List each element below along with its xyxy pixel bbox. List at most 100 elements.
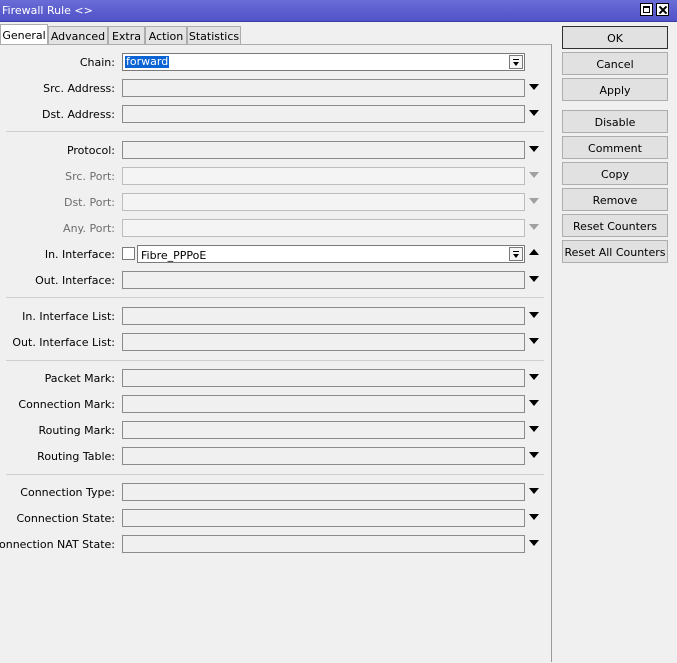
packet-mark-field[interactable] — [122, 369, 525, 387]
connection-state-field[interactable] — [122, 509, 525, 527]
separator — [6, 474, 544, 475]
chain-label: Chain: — [79, 56, 115, 69]
routing-table-row: Routing Table: — [0, 447, 551, 465]
src-address-label: Src. Address: — [43, 82, 115, 95]
in-interface-list-expand-icon[interactable] — [529, 312, 539, 318]
any-port-field — [122, 219, 525, 237]
dst-port-row: Dst. Port: — [0, 193, 551, 211]
src-address-expand-icon[interactable] — [529, 84, 539, 90]
routing-mark-row: Routing Mark: — [0, 421, 551, 439]
remove-button[interactable]: Remove — [562, 188, 668, 211]
tab-extra[interactable]: Extra — [108, 26, 145, 44]
cancel-button[interactable]: Cancel — [562, 52, 668, 75]
tab-general[interactable]: General — [0, 24, 48, 45]
in-interface-value: Fibre_PPPoE — [141, 249, 207, 262]
out-interface-expand-icon[interactable] — [529, 276, 539, 282]
tab-advanced[interactable]: Advanced — [48, 26, 108, 44]
routing-table-label: Routing Table: — [37, 450, 115, 463]
connection-nat-state-field[interactable] — [122, 535, 525, 553]
panel-divider — [551, 44, 552, 662]
in-interface-combobox[interactable]: Fibre_PPPoE — [137, 245, 525, 263]
separator — [6, 131, 544, 132]
connection-mark-expand-icon[interactable] — [529, 400, 539, 406]
connection-mark-field[interactable] — [122, 395, 525, 413]
tab-action[interactable]: Action — [145, 26, 187, 44]
out-interface-list-row: Out. Interface List: — [0, 333, 551, 351]
src-port-row: Src. Port: — [0, 167, 551, 185]
close-icon[interactable] — [656, 3, 669, 16]
general-panel — [0, 44, 551, 663]
in-interface-negate-checkbox[interactable] — [122, 247, 135, 260]
maximize-icon[interactable] — [640, 3, 653, 16]
packet-mark-row: Packet Mark: — [0, 369, 551, 387]
connection-mark-label: Connection Mark: — [18, 398, 115, 411]
separator — [6, 360, 544, 361]
chain-row: Chain: forward — [0, 53, 551, 71]
protocol-row: Protocol: — [0, 141, 551, 159]
chain-combobox[interactable]: forward — [122, 53, 525, 71]
copy-button[interactable]: Copy — [562, 162, 668, 185]
dst-port-field — [122, 193, 525, 211]
chain-value: forward — [125, 55, 170, 68]
out-interface-field[interactable] — [122, 271, 525, 289]
src-address-row: Src. Address: — [0, 79, 551, 97]
routing-mark-expand-icon[interactable] — [529, 426, 539, 432]
out-interface-list-expand-icon[interactable] — [529, 338, 539, 344]
src-port-field — [122, 167, 525, 185]
src-port-expand-icon — [529, 172, 539, 178]
out-interface-row: Out. Interface: — [0, 271, 551, 289]
in-interface-label: In. Interface: — [44, 248, 115, 261]
connection-state-row: Connection State: — [0, 509, 551, 527]
any-port-expand-icon — [529, 224, 539, 230]
connection-state-label: Connection State: — [16, 512, 115, 525]
disable-button[interactable]: Disable — [562, 110, 668, 133]
reset-all-counters-button[interactable]: Reset All Counters — [562, 240, 668, 263]
connection-type-field[interactable] — [122, 483, 525, 501]
connection-nat-state-label: Connection NAT State: — [0, 538, 115, 551]
routing-mark-label: Routing Mark: — [38, 424, 115, 437]
protocol-field[interactable] — [122, 141, 525, 159]
in-interface-list-field[interactable] — [122, 307, 525, 325]
dst-address-field[interactable] — [122, 105, 525, 123]
title-bar: Firewall Rule <> — [0, 0, 677, 22]
routing-table-expand-icon[interactable] — [529, 452, 539, 458]
connection-type-label: Connection Type: — [20, 486, 115, 499]
connection-state-expand-icon[interactable] — [529, 514, 539, 520]
dst-port-expand-icon — [529, 198, 539, 204]
connection-mark-row: Connection Mark: — [0, 395, 551, 413]
dst-port-label: Dst. Port: — [63, 196, 115, 209]
connection-type-row: Connection Type: — [0, 483, 551, 501]
protocol-label: Protocol: — [66, 144, 115, 157]
any-port-label: Any. Port: — [63, 222, 115, 235]
out-interface-list-label: Out. Interface List: — [12, 336, 115, 349]
connection-nat-state-row: Connection NAT State: — [0, 535, 551, 553]
connection-type-expand-icon[interactable] — [529, 488, 539, 494]
in-interface-list-row: In. Interface List: — [0, 307, 551, 325]
tab-statistics[interactable]: Statistics — [187, 26, 241, 44]
connection-nat-state-expand-icon[interactable] — [529, 540, 539, 546]
protocol-expand-icon[interactable] — [529, 146, 539, 152]
routing-mark-field[interactable] — [122, 421, 525, 439]
in-interface-list-label: In. Interface List: — [22, 310, 115, 323]
packet-mark-label: Packet Mark: — [44, 372, 115, 385]
reset-counters-button[interactable]: Reset Counters — [562, 214, 668, 237]
chain-dropdown-icon[interactable] — [509, 55, 523, 69]
in-interface-collapse-icon[interactable] — [529, 249, 539, 255]
out-interface-label: Out. Interface: — [35, 274, 115, 287]
src-address-field[interactable] — [122, 79, 525, 97]
dst-address-label: Dst. Address: — [41, 108, 115, 121]
apply-button[interactable]: Apply — [562, 78, 668, 101]
in-interface-row: In. Interface: Fibre_PPPoE — [0, 245, 551, 263]
ok-button[interactable]: OK — [562, 26, 668, 49]
out-interface-list-field[interactable] — [122, 333, 525, 351]
window-title: Firewall Rule <> — [2, 4, 93, 17]
comment-button[interactable]: Comment — [562, 136, 668, 159]
packet-mark-expand-icon[interactable] — [529, 374, 539, 380]
any-port-row: Any. Port: — [0, 219, 551, 237]
separator — [6, 297, 544, 298]
dst-address-row: Dst. Address: — [0, 105, 551, 123]
dst-address-expand-icon[interactable] — [529, 110, 539, 116]
src-port-label: Src. Port: — [65, 170, 115, 183]
routing-table-field[interactable] — [122, 447, 525, 465]
in-interface-dropdown-icon[interactable] — [509, 247, 523, 261]
